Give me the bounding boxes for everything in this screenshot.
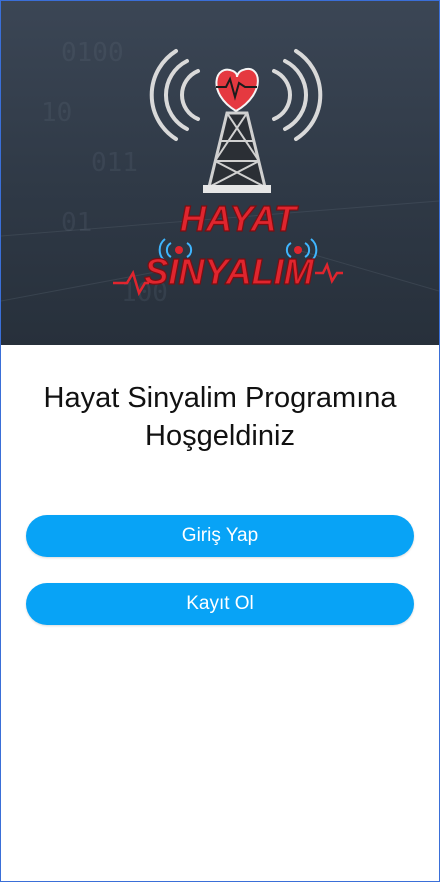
signal-left-icon <box>149 49 200 141</box>
hero-banner: 0100 10 011 01 100 HAYAT SINYALIM <box>1 1 439 345</box>
svg-text:0100: 0100 <box>61 38 124 68</box>
svg-text:01: 01 <box>61 208 92 238</box>
svg-text:011: 011 <box>91 148 138 178</box>
app-screen: 0100 10 011 01 100 HAYAT SINYALIM Hayat … <box>0 0 440 882</box>
signal-right-icon <box>272 49 323 141</box>
svg-text:10: 10 <box>41 98 72 128</box>
tower-icon <box>203 111 271 193</box>
logo-artwork: 0100 10 011 01 100 HAYAT SINYALIM <box>1 38 439 308</box>
welcome-message: Hayat Sinyalim Programına Hoşgeldiniz <box>1 379 439 455</box>
welcome-line-1: Hayat Sinyalim Programına <box>43 382 397 414</box>
logo-title-sinyalim: SINYALIM <box>144 251 314 292</box>
welcome-line-2: Hoşgeldiniz <box>145 420 295 452</box>
logo-title-hayat: HAYAT <box>180 198 299 239</box>
login-button[interactable]: Giriş Yap <box>26 515 414 557</box>
register-button[interactable]: Kayıt Ol <box>26 583 414 625</box>
